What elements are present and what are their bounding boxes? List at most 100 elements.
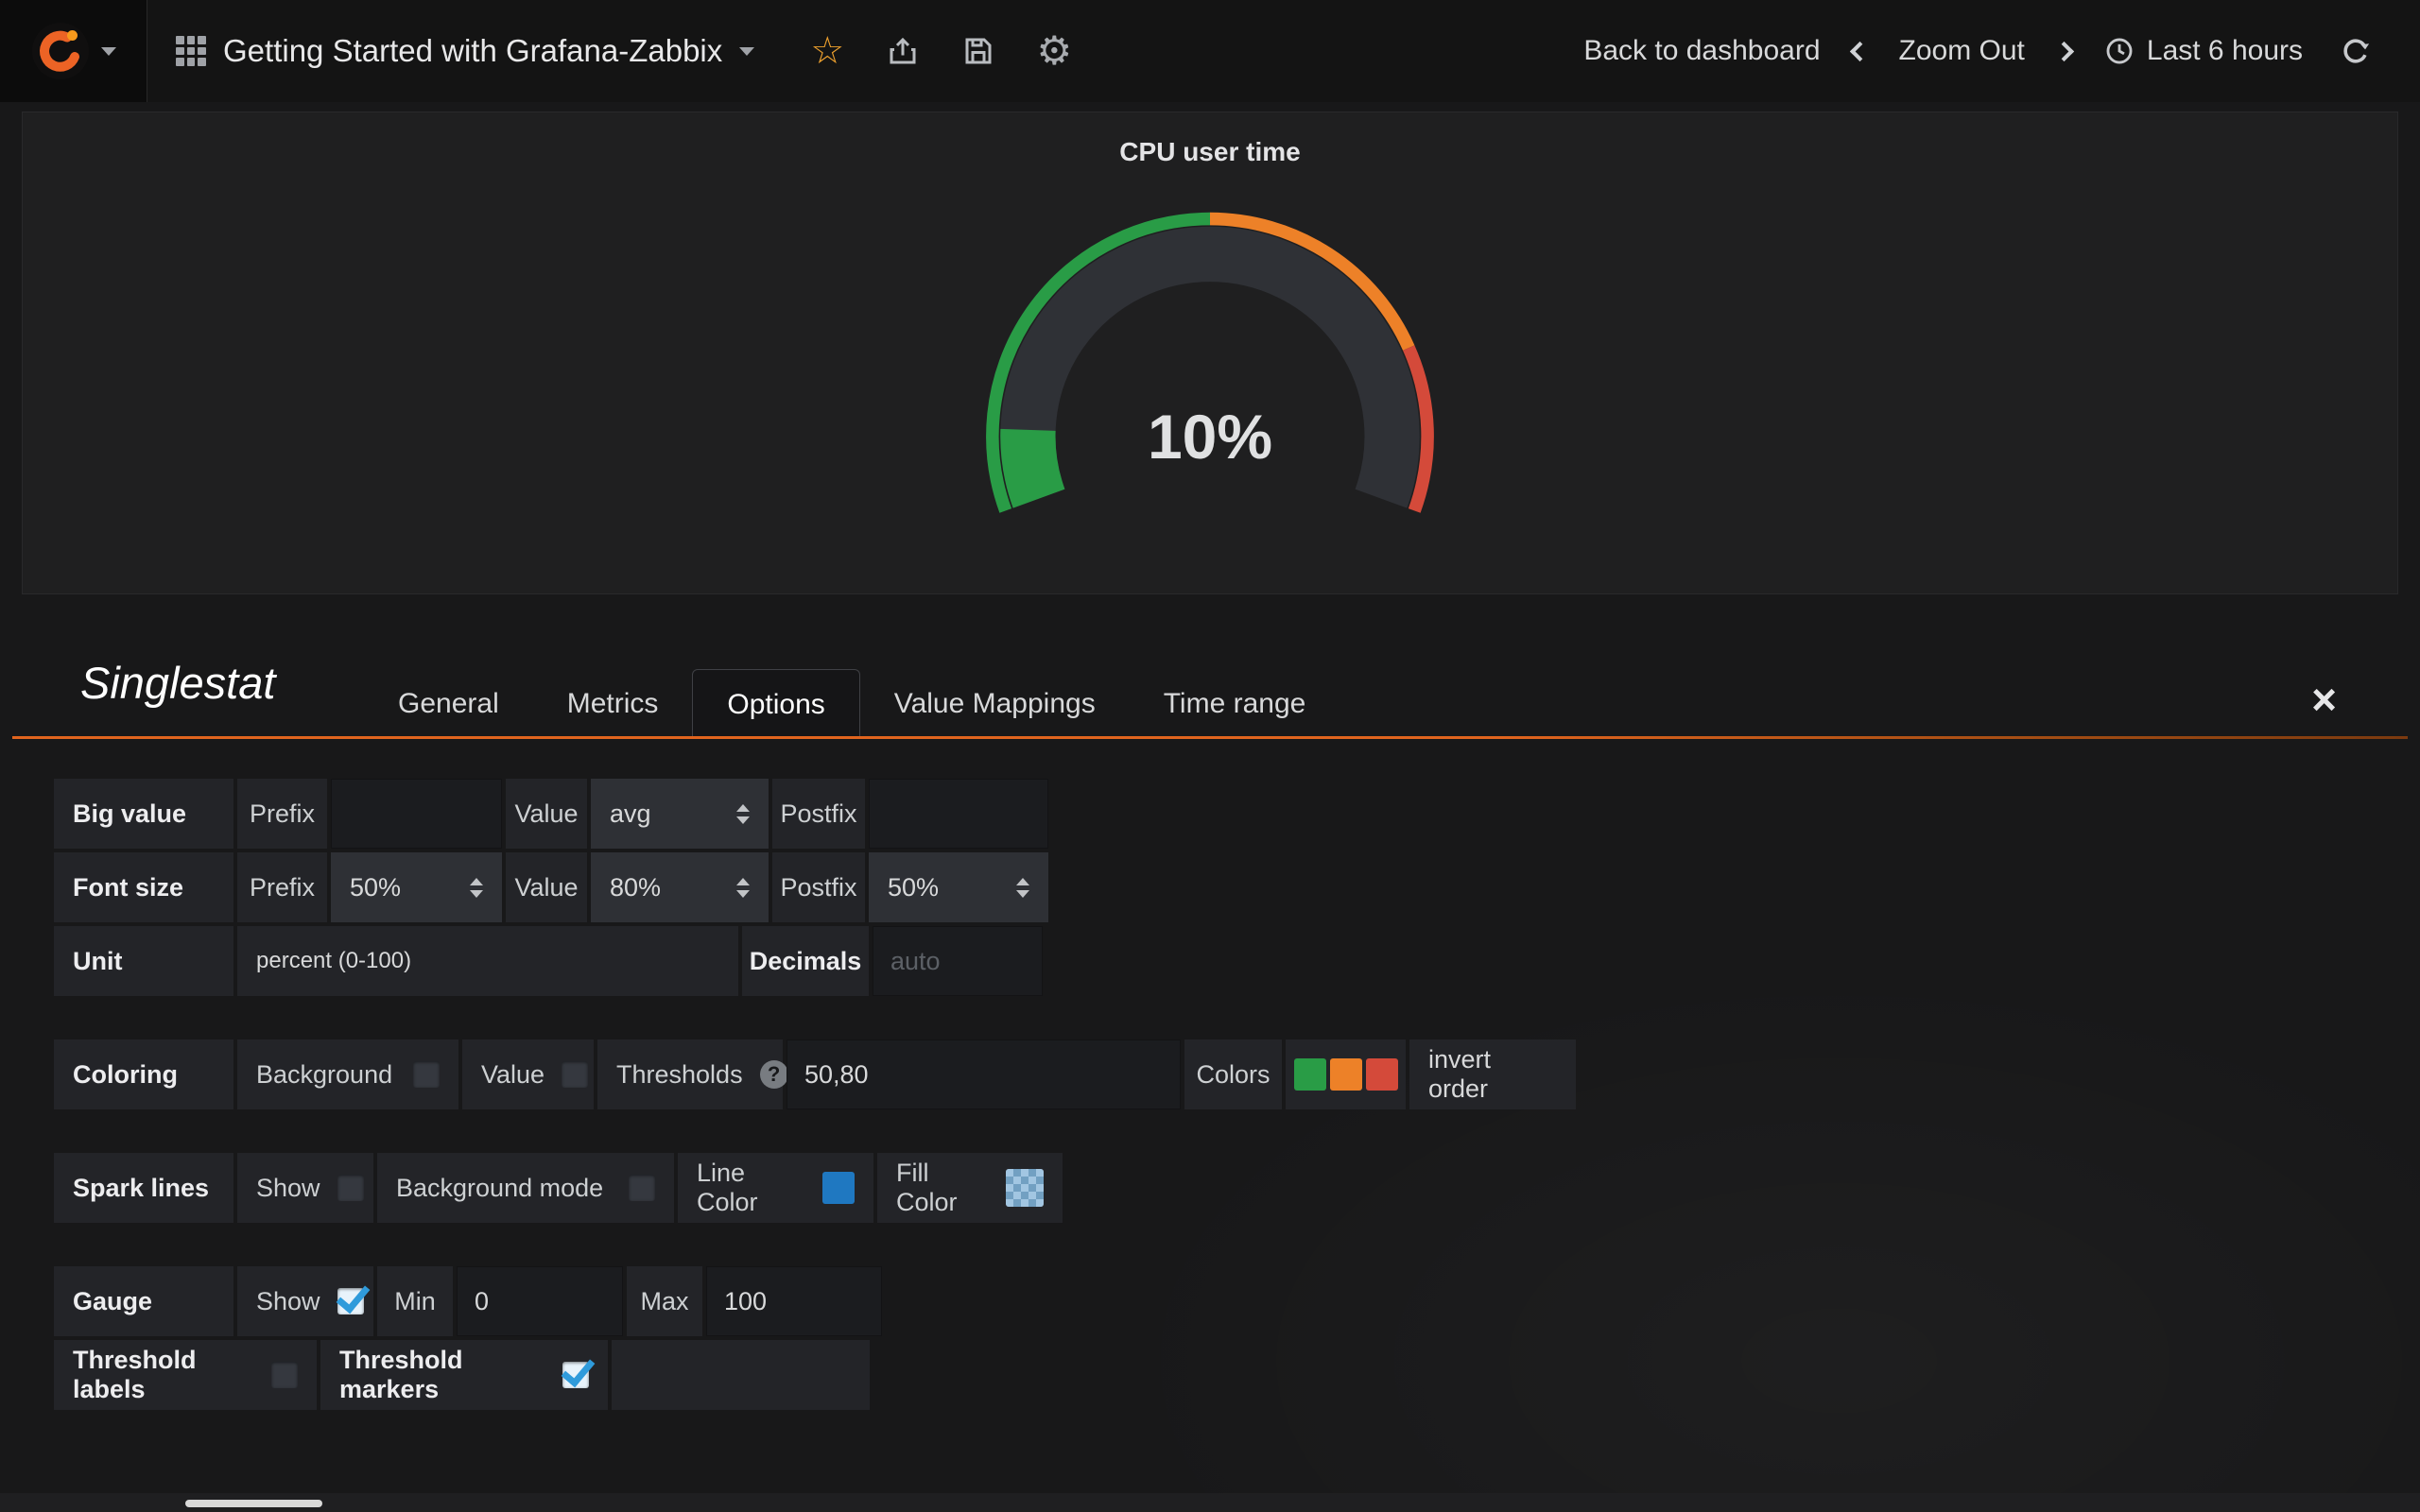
tab-time-range[interactable]: Time range — [1130, 669, 1340, 739]
big-value-prefix-label: Prefix — [237, 779, 327, 849]
fill-color-cell: Fill Color — [877, 1153, 1063, 1223]
threshold-labels-label: Threshold labels — [73, 1346, 254, 1404]
tab-value-mappings[interactable]: Value Mappings — [860, 669, 1130, 739]
chevron-updown-icon — [736, 878, 750, 898]
save-icon — [961, 34, 995, 68]
fill-color-label: Fill Color — [896, 1159, 989, 1217]
time-range-button[interactable]: Last 6 hours — [2103, 35, 2303, 67]
value-group: Big value Prefix Value avg Postfix Font … — [54, 779, 1576, 996]
chevron-updown-icon — [1016, 878, 1029, 898]
time-shift-left-button[interactable] — [1849, 41, 1869, 60]
tab-general[interactable]: General — [364, 669, 533, 739]
editor-tabs: General Metrics Options Value Mappings T… — [364, 669, 1340, 739]
unit-picker[interactable]: percent (0-100) — [237, 926, 738, 996]
zoom-out-button[interactable]: Zoom Out — [1899, 35, 2025, 67]
big-value-row: Big value Prefix Value avg Postfix — [54, 779, 1576, 849]
empty-cell — [612, 1340, 870, 1410]
tab-metrics[interactable]: Metrics — [533, 669, 693, 739]
line-color-swatch[interactable] — [822, 1172, 855, 1204]
sparklines-group: Spark lines Show Background mode Line Co… — [54, 1153, 1576, 1223]
gauge-show-cell: Show — [237, 1266, 373, 1336]
sparklines-show-checkbox[interactable] — [337, 1175, 364, 1201]
font-size-value-select[interactable]: 80% — [591, 852, 769, 922]
thresholds-input[interactable] — [786, 1040, 1181, 1109]
gauge-svg — [974, 205, 1446, 540]
refresh-icon — [2339, 34, 2373, 68]
font-size-postfix-label: Postfix — [772, 852, 865, 922]
gauge-show-checkbox[interactable] — [337, 1288, 364, 1314]
font-size-value-label: Value — [506, 852, 587, 922]
coloring-value-label: Value — [481, 1060, 544, 1090]
font-size-prefix-label: Prefix — [237, 852, 327, 922]
save-button[interactable] — [947, 0, 1010, 102]
unit-row: Unit percent (0-100) Decimals — [54, 926, 1576, 996]
big-value-postfix-input[interactable] — [869, 779, 1048, 849]
threshold-color-2-swatch[interactable] — [1330, 1058, 1362, 1091]
color-swatches — [1294, 1058, 1398, 1091]
grafana-menu-button[interactable] — [0, 0, 147, 102]
gauge: 10% — [974, 205, 1446, 544]
font-size-prefix-value: 50% — [350, 873, 401, 902]
clock-icon — [2103, 35, 2135, 67]
gauge-max-input[interactable] — [706, 1266, 882, 1336]
grafana-logo-icon — [31, 22, 90, 80]
decimals-input[interactable] — [873, 926, 1043, 996]
dashboard-picker-button[interactable]: Getting Started with Grafana-Zabbix — [147, 0, 783, 102]
invert-order-button[interactable]: invert order — [1409, 1040, 1576, 1109]
back-to-dashboard-button[interactable]: Back to dashboard — [1583, 35, 1820, 67]
time-shift-right-button[interactable] — [2054, 41, 2074, 60]
value-checkbox[interactable] — [562, 1061, 588, 1088]
threshold-color-1-swatch[interactable] — [1294, 1058, 1326, 1091]
background-mode-checkbox[interactable] — [629, 1175, 655, 1201]
big-value-prefix-input[interactable] — [331, 779, 502, 849]
font-size-prefix-select[interactable]: 50% — [331, 852, 502, 922]
dashboard-grid-icon — [176, 36, 206, 66]
big-value-stat-select[interactable]: avg — [591, 779, 769, 849]
settings-button[interactable]: ⚙ — [1023, 0, 1085, 102]
threshold-markers-checkbox[interactable] — [562, 1362, 589, 1388]
chevron-updown-icon — [736, 804, 750, 824]
fill-color-swatch[interactable] — [1006, 1169, 1044, 1207]
background-mode-cell: Background mode — [377, 1153, 674, 1223]
navbar-actions: ☆ ⚙ — [796, 0, 1085, 102]
gauge-value: 10% — [974, 401, 1446, 472]
singlestat-panel[interactable]: CPU user time 10% — [22, 112, 2398, 594]
time-range-label: Last 6 hours — [2147, 35, 2303, 67]
font-size-label: Font size — [54, 852, 233, 922]
star-button[interactable]: ☆ — [796, 0, 858, 102]
sparklines-label: Spark lines — [54, 1153, 233, 1223]
bottom-strip — [0, 1493, 2420, 1512]
star-icon: ☆ — [810, 32, 844, 70]
gauge-min-input[interactable] — [457, 1266, 623, 1336]
help-icon[interactable]: ? — [760, 1060, 788, 1089]
stat-select-value: avg — [610, 799, 651, 829]
threshold-color-3-swatch[interactable] — [1366, 1058, 1398, 1091]
threshold-markers-label: Threshold markers — [339, 1346, 545, 1404]
thresholds-cell: Thresholds ? — [597, 1040, 783, 1109]
colors-label: Colors — [1184, 1040, 1282, 1109]
coloring-background-label: Background — [256, 1060, 392, 1090]
unit-label: Unit — [54, 926, 233, 996]
coloring-background-cell: Background — [237, 1040, 458, 1109]
close-editor-button[interactable]: × — [2311, 678, 2337, 721]
font-size-postfix-select[interactable]: 50% — [869, 852, 1048, 922]
threshold-labels-cell: Threshold labels — [54, 1340, 317, 1410]
share-button[interactable] — [872, 0, 934, 102]
font-size-value-value: 80% — [610, 873, 661, 902]
refresh-button[interactable] — [2335, 23, 2377, 79]
gauge-label: Gauge — [54, 1266, 233, 1336]
threshold-markers-cell: Threshold markers — [320, 1340, 608, 1410]
grafana-app: Getting Started with Grafana-Zabbix ☆ ⚙ — [0, 0, 2420, 1512]
logo-caret-icon — [101, 47, 116, 56]
horizontal-scrollbar-thumb[interactable] — [185, 1500, 322, 1507]
tab-options[interactable]: Options — [692, 669, 859, 739]
threshold-toggles-row: Threshold labels Threshold markers — [54, 1340, 1576, 1410]
background-checkbox[interactable] — [413, 1061, 440, 1088]
chevron-updown-icon — [470, 878, 483, 898]
threshold-labels-checkbox[interactable] — [271, 1362, 298, 1388]
coloring-label: Coloring — [54, 1040, 233, 1109]
colors-swatches-cell — [1286, 1040, 1406, 1109]
background-mode-label: Background mode — [396, 1174, 603, 1203]
unit-value: percent (0-100) — [256, 948, 411, 974]
tabs-underline — [12, 736, 2408, 739]
